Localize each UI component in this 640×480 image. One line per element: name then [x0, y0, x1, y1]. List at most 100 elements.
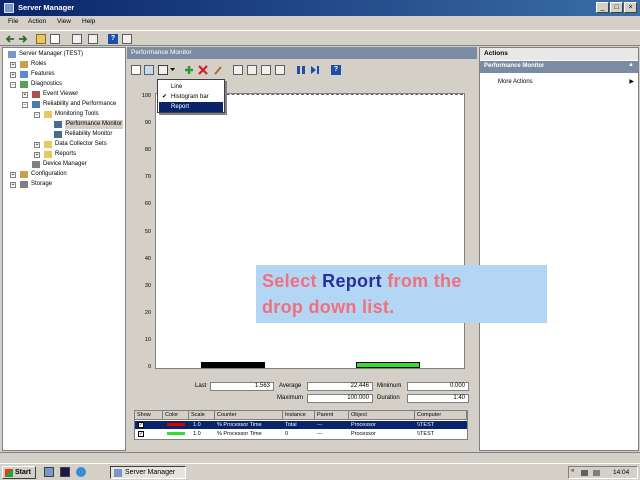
menu-view[interactable]: View	[57, 18, 71, 25]
quick-launch-ie-icon[interactable]	[76, 467, 86, 477]
quick-launch-powershell-icon[interactable]	[60, 467, 70, 477]
change-graph-type-icon[interactable]	[158, 65, 168, 75]
counter-cell: % Processor Time	[217, 431, 262, 437]
tree-item-event-viewer[interactable]: Event Viewer	[43, 90, 78, 99]
expand-icon[interactable]: +	[10, 72, 16, 78]
system-tray: « 14:04	[568, 466, 638, 479]
show-hide-tree-icon[interactable]	[50, 34, 60, 44]
dropdown-item-histogram-bar[interactable]: ✔ Histogram bar	[159, 92, 223, 102]
y-tick-label: 80	[144, 147, 151, 154]
close-button[interactable]: ×	[624, 2, 637, 13]
help-icon[interactable]: ?	[331, 65, 341, 75]
minimize-button[interactable]: _	[596, 2, 609, 13]
taskbar-server-manager[interactable]: Server Manager	[110, 466, 186, 479]
view-current-activity-icon[interactable]	[131, 65, 141, 75]
collapse-icon[interactable]: −	[34, 112, 40, 118]
tree-item-configuration[interactable]: Configuration	[31, 170, 67, 179]
actions-section[interactable]: Performance Monitor ▲	[480, 61, 638, 73]
counter-row[interactable]: ✓ 1.0 % Processor Time 0 --- Processor \…	[135, 430, 467, 438]
view-log-data-icon[interactable]	[144, 65, 154, 75]
pause-icon[interactable]	[296, 65, 306, 75]
dropdown-item-report[interactable]: Report	[159, 102, 223, 112]
console-icon[interactable]	[122, 34, 132, 44]
collapse-icon[interactable]: −	[22, 102, 28, 108]
tree-item-storage[interactable]: Storage	[31, 180, 52, 189]
properties-icon[interactable]	[261, 65, 271, 75]
column-header-instance[interactable]: Instance	[283, 411, 315, 420]
actions-pane: Actions Performance Monitor ▲ More Actio…	[479, 47, 639, 451]
collapse-icon[interactable]: −	[10, 82, 16, 88]
show-checkbox[interactable]: ✓	[138, 431, 144, 437]
callout-text: from the	[381, 271, 462, 291]
counter-list: Show Color Scale Counter Instance Parent…	[134, 410, 468, 440]
device-manager-icon	[32, 161, 40, 168]
tree-item-reports[interactable]: Reports	[55, 150, 76, 159]
tree-item-reliability-and-performance[interactable]: Reliability and Performance	[43, 100, 116, 109]
expand-icon[interactable]: +	[22, 92, 28, 98]
help-icon[interactable]: ?	[108, 34, 118, 44]
expand-icon[interactable]: +	[34, 142, 40, 148]
callout-keyword: Report	[322, 271, 382, 291]
up-folder-icon[interactable]	[36, 34, 46, 44]
column-header-parent[interactable]: Parent	[315, 411, 349, 420]
tree-item-device-manager[interactable]: Device Manager	[43, 160, 87, 169]
column-header-color[interactable]: Color	[163, 411, 189, 420]
column-header-counter[interactable]: Counter	[215, 411, 283, 420]
average-label: Average	[279, 383, 302, 389]
add-counter-icon[interactable]	[184, 65, 194, 75]
quick-launch-server-manager-icon[interactable]	[44, 467, 54, 477]
features-icon	[20, 71, 28, 78]
tree-item-roles[interactable]: Roles	[31, 60, 46, 69]
chevron-left-icon[interactable]: «	[571, 468, 574, 474]
tree-item-monitoring-tools[interactable]: Monitoring Tools	[55, 110, 99, 119]
more-actions-item[interactable]: More Actions ▶	[498, 78, 636, 87]
maximize-button[interactable]: □	[610, 2, 623, 13]
update-data-icon[interactable]	[310, 65, 320, 75]
monitor-icon	[54, 121, 62, 128]
callout-line-1: Select Report from the	[262, 271, 462, 292]
volume-icon[interactable]	[593, 470, 600, 476]
delete-counter-icon[interactable]	[198, 65, 208, 75]
tree-item-features[interactable]: Features	[31, 70, 55, 79]
histogram-bar	[201, 362, 265, 368]
main-toolbar: ?	[0, 30, 640, 46]
collapse-arrow-icon[interactable]: ▲	[628, 62, 634, 68]
tree-item-reliability-monitor[interactable]: Reliability Monitor	[65, 130, 112, 139]
title-bar: Server Manager _ □ ×	[0, 0, 640, 16]
tree-item-data-collector-sets[interactable]: Data Collector Sets	[55, 140, 107, 149]
expand-icon[interactable]: +	[10, 172, 16, 178]
dropdown-item-line[interactable]: Line	[159, 82, 223, 92]
copy-properties-icon[interactable]	[233, 65, 243, 75]
expand-icon[interactable]: +	[10, 182, 16, 188]
actions-section-title: Performance Monitor	[484, 63, 545, 69]
y-tick-label: 0	[147, 364, 151, 370]
expand-icon[interactable]: +	[10, 62, 16, 68]
start-button[interactable]: Start	[2, 466, 36, 479]
tree-item-performance-monitor[interactable]: Performance Monitor	[65, 120, 124, 129]
chevron-down-icon[interactable]	[170, 67, 176, 77]
counter-row[interactable]: ✓ 1.0 % Processor Time Total --- Process…	[135, 421, 467, 429]
menu-action[interactable]: Action	[28, 18, 46, 25]
paste-counter-list-icon[interactable]	[247, 65, 257, 75]
panel-title: Performance Monitor	[131, 49, 192, 56]
properties-icon[interactable]	[72, 34, 82, 44]
show-checkbox[interactable]: ✓	[138, 422, 144, 428]
tree-item-server-manager[interactable]: Server Manager (TEST)	[19, 50, 83, 59]
arrow-right-icon[interactable]	[18, 34, 28, 44]
actions-header: Actions	[480, 48, 638, 60]
column-header-object[interactable]: Object	[349, 411, 415, 420]
zoom-icon[interactable]	[275, 65, 285, 75]
export-list-icon[interactable]	[88, 34, 98, 44]
column-header-computer[interactable]: Computer	[415, 411, 467, 420]
column-header-show[interactable]: Show	[135, 411, 163, 420]
parent-cell: ---	[317, 431, 323, 437]
menu-help[interactable]: Help	[82, 18, 95, 25]
tree-item-diagnostics[interactable]: Diagnostics	[31, 80, 62, 89]
expand-icon[interactable]: +	[34, 152, 40, 158]
column-header-scale[interactable]: Scale	[189, 411, 215, 420]
arrow-left-icon[interactable]	[5, 34, 15, 44]
highlight-icon[interactable]	[213, 65, 223, 75]
network-icon[interactable]	[581, 470, 588, 476]
histogram-bar	[356, 362, 420, 368]
menu-file[interactable]: File	[8, 18, 18, 25]
